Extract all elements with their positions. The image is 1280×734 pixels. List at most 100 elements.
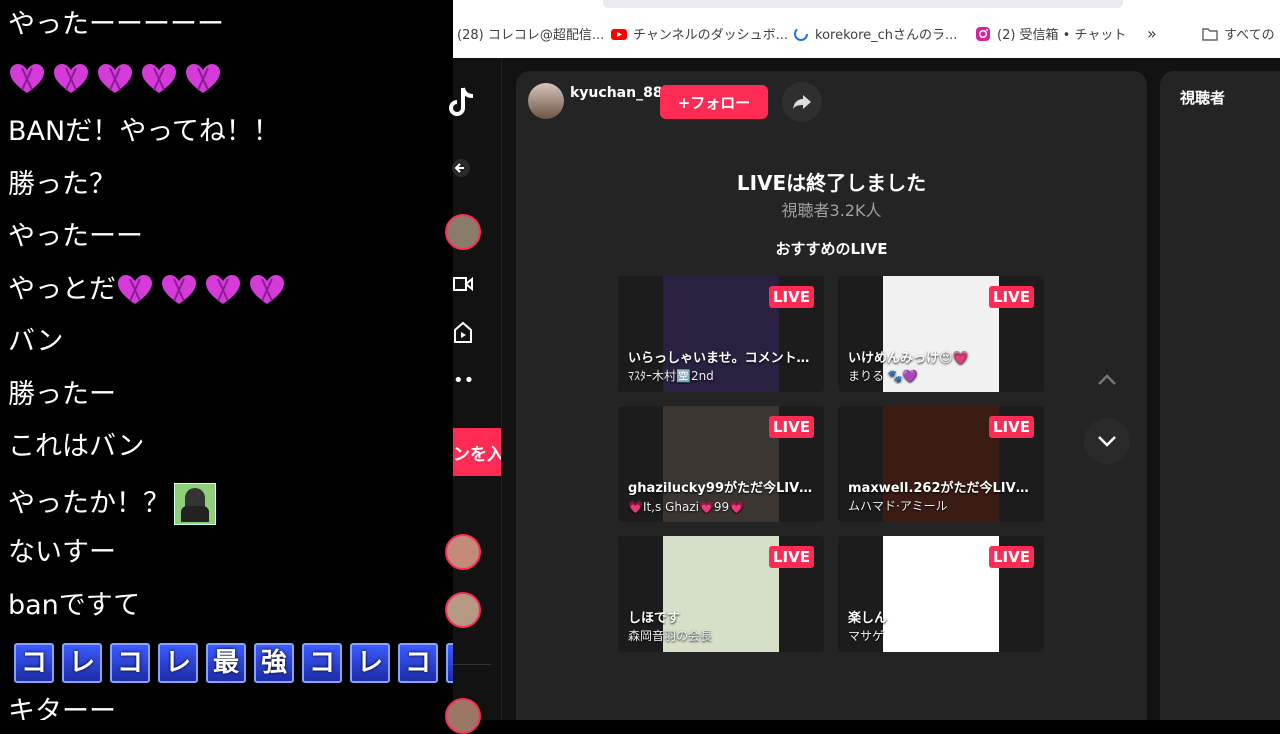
- youtube-icon: [611, 28, 627, 40]
- bookmarks-bar: (28) コレコレ@超配信... チャンネルのダッシュボ... korekore…: [453, 0, 1280, 59]
- heart-emote-icon: [116, 273, 154, 307]
- live-avatar[interactable]: [445, 534, 481, 570]
- live-card[interactable]: LIVE maxwell.262がただ今LIVE中 ムハマド·アミール: [838, 406, 1044, 522]
- more-dots-icon[interactable]: ••: [453, 370, 474, 391]
- chevron-down-icon: [1098, 436, 1116, 447]
- chat-message: やったか！？: [8, 483, 216, 525]
- chat-message-hearts: [8, 62, 222, 96]
- share-button[interactable]: [782, 82, 822, 122]
- chat-message: ないすー: [8, 537, 116, 568]
- chat-message: banですて: [8, 590, 141, 621]
- host-avatar[interactable]: [528, 83, 564, 119]
- chat-message: これはバン: [8, 431, 145, 462]
- scroll-up-button[interactable]: [1084, 357, 1130, 403]
- bookmark-item[interactable]: (28) コレコレ@超配信...: [457, 24, 604, 43]
- live-badge: LIVE: [769, 286, 814, 308]
- heart-emotes: [8, 62, 222, 96]
- live-badge: LIVE: [989, 416, 1034, 438]
- viewer-panel: 視聴者: [1160, 71, 1280, 720]
- live-ended-title: LIVEは終了しました: [736, 171, 927, 195]
- live-card-subtitle: 💗It,s Ghazi💗99💗: [628, 500, 745, 514]
- live-avatar[interactable]: [445, 698, 481, 734]
- banner-char: レ: [62, 643, 102, 683]
- live-card-title: maxwell.262がただ今LIVE中: [848, 481, 1034, 496]
- live-card-title: しほです: [628, 611, 681, 626]
- chat-message: 勝ったー: [8, 379, 116, 410]
- heart-emotes: [116, 273, 286, 307]
- live-badge: LIVE: [989, 286, 1034, 308]
- chat-overlay: やったーーーーー BANだ！やってね！！ 勝った？ やったーー やっとだ バン …: [0, 0, 453, 720]
- live-card-title: ghazilucky99がただ今LIVE中: [628, 481, 814, 496]
- live-badge: LIVE: [769, 416, 814, 438]
- heart-emote-icon: [248, 273, 286, 307]
- live-ended-panel: kyuchan_88 +フォロー LIVEは終了しました 視聴者3.2K人 おす…: [516, 71, 1147, 720]
- instagram-icon: [976, 26, 990, 41]
- live-badge: LIVE: [989, 546, 1034, 568]
- bookmarks-overflow-button[interactable]: »: [1147, 24, 1157, 43]
- recommended-title: おすすめのLIVE: [775, 240, 888, 258]
- live-card-subtitle: マサゲ: [848, 629, 885, 643]
- tiktok-logo-icon[interactable]: [449, 86, 475, 120]
- live-avatar[interactable]: [445, 592, 481, 628]
- share-arrow-icon: [793, 95, 811, 109]
- chat-message-banner: コレコレ最強コレコレ: [14, 643, 453, 683]
- live-card[interactable]: LIVE 楽しんマサゲ: [838, 536, 1044, 652]
- banner-char: 最: [206, 643, 246, 683]
- back-arrow-icon[interactable]: [451, 158, 471, 178]
- chevron-up-icon: [1098, 374, 1116, 385]
- live-card-subtitle: まりる 🐾💜: [848, 369, 918, 383]
- left-sidebar: •• ンを入: [445, 58, 502, 734]
- chat-message: やっとだ: [8, 273, 286, 307]
- follow-button[interactable]: +フォロー: [660, 85, 768, 119]
- live-card-subtitle: ムハマド·アミール: [848, 499, 948, 513]
- address-bar-edge: [603, 0, 1123, 8]
- live-card-title: いらっしゃいませ。コメント、ハート...: [628, 351, 814, 366]
- live-camera-icon[interactable]: [453, 274, 473, 294]
- host-info: kyuchan_88: [528, 83, 663, 119]
- banner-char: レ: [350, 643, 390, 683]
- live-card[interactable]: LIVE ghazilucky99がただ今LIVE中 💗It,s Ghazi💗99💗: [618, 406, 824, 522]
- banner-char: コ: [110, 643, 150, 683]
- bookmark-item[interactable]: チャンネルのダッシュボ...: [611, 24, 788, 43]
- live-badge: LIVE: [769, 546, 814, 568]
- banner-char: コ: [302, 643, 342, 683]
- login-cta-button[interactable]: ンを入: [453, 428, 501, 476]
- heart-emote-icon: [160, 273, 198, 307]
- followed-avatar[interactable]: [445, 214, 481, 250]
- heart-emote-icon: [8, 62, 46, 96]
- live-card-subtitle: ﾏｽﾀｰ木村🈳2nd: [628, 369, 714, 383]
- chat-message: やったーーーーー: [8, 9, 224, 40]
- divider: [453, 664, 491, 665]
- heart-emote-icon: [140, 62, 178, 96]
- banner-char: コ: [14, 643, 54, 683]
- chat-message: BANだ！やってね！！: [8, 116, 280, 147]
- banner-char: レ: [158, 643, 198, 683]
- chat-message: キターー: [8, 696, 116, 720]
- chat-message: やったーー: [8, 221, 143, 252]
- avatar-emote-icon: [174, 483, 216, 525]
- chat-message: 勝った？: [8, 169, 116, 200]
- house-play-icon[interactable]: [453, 320, 473, 344]
- viewer-panel-title: 視聴者: [1180, 89, 1226, 107]
- chat-message: バン: [8, 326, 64, 357]
- folder-icon: [1202, 27, 1218, 41]
- live-card-title: いけめんみっけ😍💗: [848, 351, 969, 366]
- heart-emote-icon: [96, 62, 134, 96]
- banner-char: コ: [398, 643, 438, 683]
- bookmark-folder[interactable]: すべての: [1202, 24, 1275, 43]
- live-card[interactable]: LIVE いらっしゃいませ。コメント、ハート... ﾏｽﾀｰ木村🈳2nd: [618, 276, 824, 392]
- live-card[interactable]: LIVE いけめんみっけ😍💗 まりる 🐾💜: [838, 276, 1044, 392]
- live-card-subtitle: 森岡音羽の会長: [628, 629, 713, 643]
- scroll-down-button[interactable]: [1084, 418, 1130, 464]
- live-card-title: 楽しん: [848, 611, 888, 626]
- live-card[interactable]: LIVE しほです森岡音羽の会長: [618, 536, 824, 652]
- bookmark-item[interactable]: korekore_chさんのラ...: [793, 24, 957, 43]
- heart-emote-icon: [204, 273, 242, 307]
- heart-emote-icon: [52, 62, 90, 96]
- loading-icon: [794, 26, 808, 41]
- heart-emote-icon: [184, 62, 222, 96]
- banner-char: レ: [446, 643, 453, 683]
- host-username[interactable]: kyuchan_88: [570, 85, 663, 101]
- bookmark-item[interactable]: (2) 受信箱 • チャット: [975, 24, 1126, 43]
- emote-banner: コレコレ最強コレコレ: [14, 643, 453, 683]
